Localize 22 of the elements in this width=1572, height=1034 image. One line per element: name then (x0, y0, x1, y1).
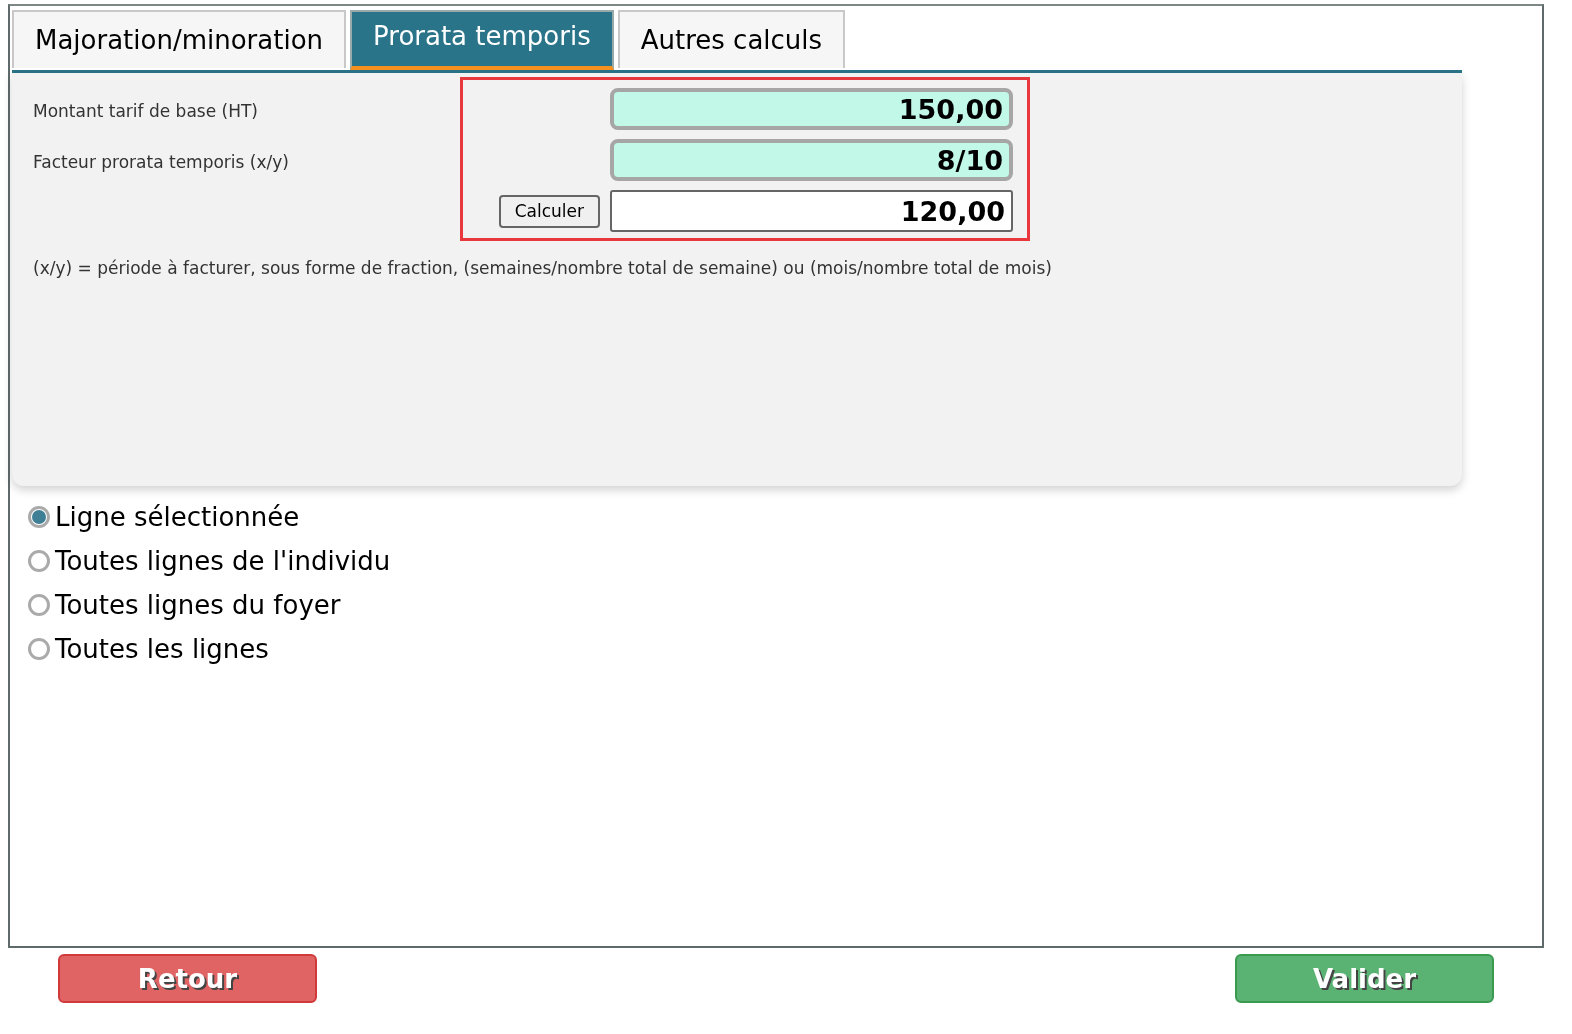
radio-button[interactable] (28, 638, 50, 660)
help-text: (x/y) = période à facturer, sous forme de fraction, (semaines/nombre total de semaine) ou (mois/nombre total de mois) (33, 258, 1053, 278)
radio-label: Toutes lignes du foyer (55, 590, 341, 620)
radio-option[interactable]: Toutes lignes de l'individu (28, 546, 1542, 576)
field-label: Facteur prorata temporis (x/y) (33, 152, 290, 172)
calculate-button[interactable]: Calculer (498, 194, 600, 228)
radio-button[interactable] (28, 506, 50, 528)
radio-label: Toutes les lignes (55, 634, 269, 664)
radio-button[interactable] (28, 594, 50, 616)
radio-option[interactable]: Toutes les lignes (28, 634, 1542, 664)
radio-option[interactable]: Toutes lignes du foyer (28, 590, 1542, 620)
radio-label: Toutes lignes de l'individu (55, 546, 391, 576)
radio-label: Ligne sélectionnée (55, 502, 300, 532)
radio-button[interactable] (28, 550, 50, 572)
input-field[interactable]: 8/10 (610, 139, 1013, 181)
radio-option[interactable]: Ligne sélectionnée (28, 502, 1542, 532)
input-field[interactable]: 150,00 (610, 88, 1013, 130)
tab[interactable]: Majoration/minoration (12, 10, 347, 68)
tab[interactable]: Autres calculs (617, 10, 846, 68)
field-label: Montant tarif de base (HT) (33, 101, 259, 121)
tab[interactable]: Prorata temporis (350, 10, 614, 70)
result-field[interactable]: 120,00 (610, 190, 1013, 232)
